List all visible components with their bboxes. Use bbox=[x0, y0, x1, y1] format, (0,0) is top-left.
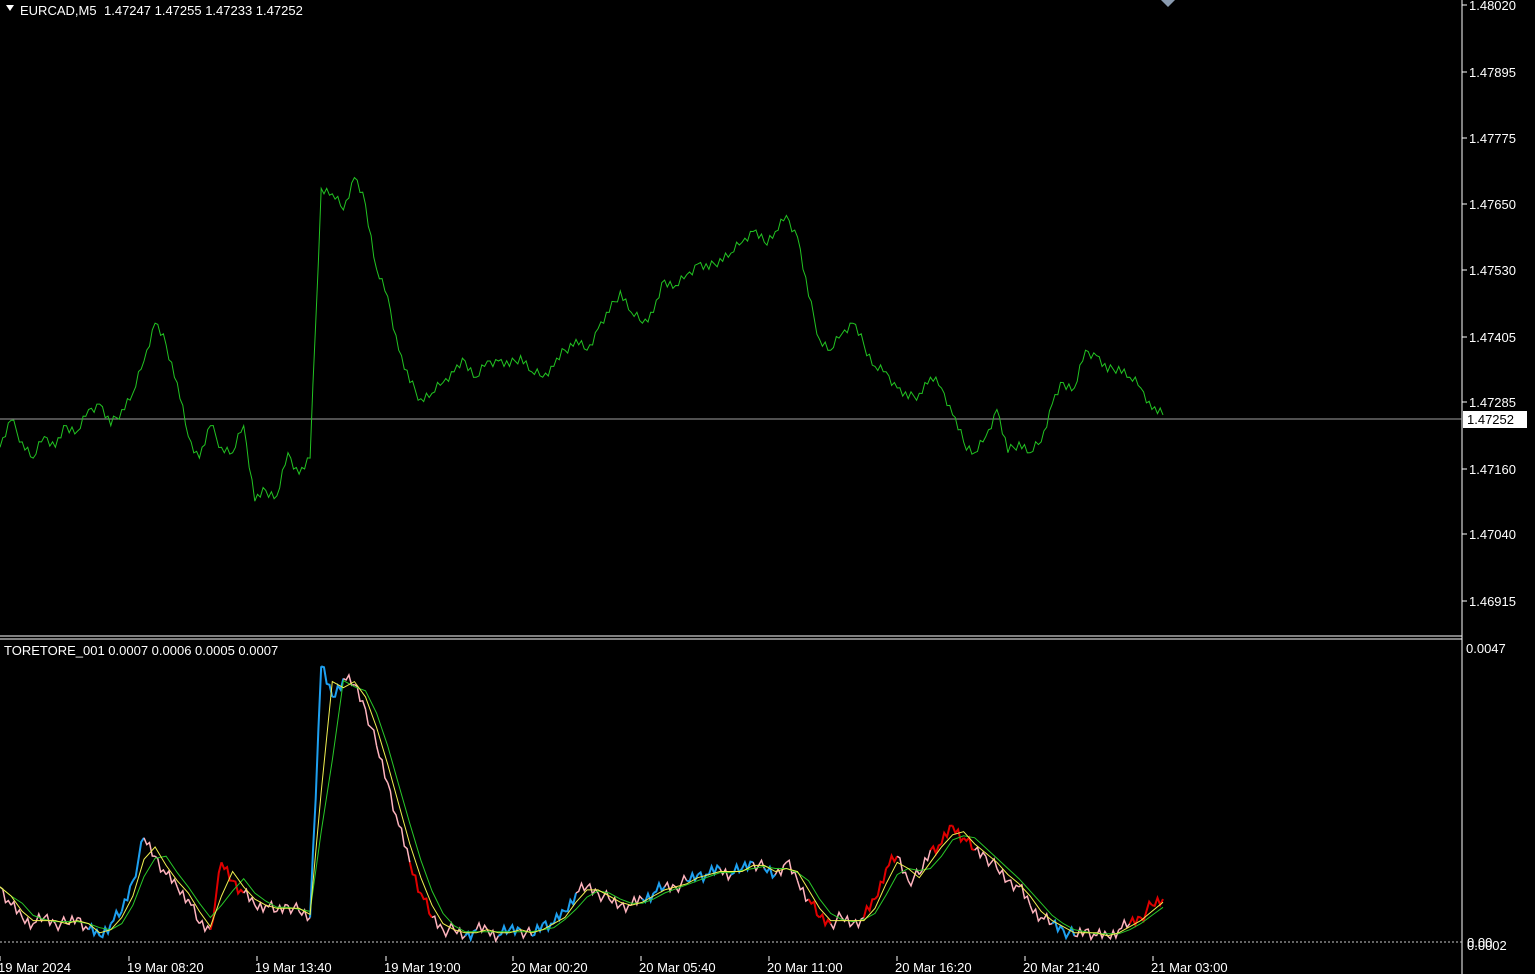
price-tick-label: 1.48020 bbox=[1469, 0, 1516, 13]
indicator-segment bbox=[398, 825, 411, 863]
indicator-segment bbox=[132, 837, 145, 882]
indicator-segment bbox=[807, 898, 821, 919]
indicator-segment bbox=[320, 665, 334, 698]
indicator-segment bbox=[896, 855, 909, 881]
indicator-segment bbox=[818, 912, 832, 928]
indicator-fast-ma-line bbox=[0, 680, 1164, 937]
indicator-segment bbox=[996, 868, 1009, 884]
time-tick-label: 20 Mar 00:20 bbox=[511, 960, 588, 974]
time-tick-label: 19 Mar 08:20 bbox=[127, 960, 204, 974]
indicator-segment bbox=[77, 916, 90, 932]
indicator-tick-top: 0.0047 bbox=[1466, 641, 1506, 656]
ohlc-label: 1.47247 1.47255 1.47233 1.47252 bbox=[104, 3, 303, 18]
indicator-segment bbox=[1140, 899, 1153, 924]
indicator-segment bbox=[1151, 894, 1164, 908]
current-price-label: 1.47252 bbox=[1467, 412, 1514, 427]
indicator-segment bbox=[309, 666, 323, 918]
indicator-segment bbox=[730, 861, 743, 876]
time-tick-label: 20 Mar 16:20 bbox=[895, 960, 972, 974]
indicator-segment bbox=[464, 928, 477, 943]
price-tick-label: 1.47160 bbox=[1469, 462, 1516, 477]
indicator-label: TORETORE_001 0.0007 0.0006 0.0005 0.0007 bbox=[4, 643, 278, 658]
indicator-segment bbox=[564, 892, 577, 913]
indicator-segment bbox=[386, 782, 400, 826]
indicator-segment bbox=[232, 879, 245, 896]
price-tick-label: 1.47530 bbox=[1469, 263, 1516, 278]
price-tick-label: 1.47405 bbox=[1469, 330, 1516, 345]
indicator-segment bbox=[154, 855, 167, 875]
time-tick-label: 19 Mar 2024 bbox=[0, 960, 71, 974]
indicator-segment bbox=[552, 908, 566, 924]
indicator-segment bbox=[87, 922, 101, 938]
indicator-segment bbox=[375, 745, 389, 784]
indicator-segment bbox=[918, 849, 932, 876]
price-scale: 1.48020 1.47895 1.47775 1.47650 1.47530 1.474… bbox=[1462, 0, 1516, 609]
indicator-segment bbox=[220, 861, 233, 882]
time-axis: 19 Mar 2024 19 Mar 08:20 19 Mar 13:40 19 Ma… bbox=[0, 956, 1228, 974]
time-tick-label: 20 Mar 11:00 bbox=[767, 960, 843, 974]
indicator-segment bbox=[0, 886, 12, 906]
price-tick-label: 1.47285 bbox=[1469, 395, 1516, 410]
indicator-segment bbox=[1007, 879, 1020, 893]
indicator-segment bbox=[653, 880, 666, 894]
price-tick-label: 1.47895 bbox=[1469, 65, 1516, 80]
price-tick-label: 1.47040 bbox=[1469, 527, 1516, 542]
indicator-segment bbox=[497, 923, 511, 937]
indicator-segment bbox=[1085, 928, 1097, 942]
main-price-panel[interactable]: EURCAD,M5 1.47247 1.47255 1.47233 1.4725… bbox=[0, 0, 1527, 974]
time-tick-label: 20 Mar 21:40 bbox=[1023, 960, 1100, 974]
time-tick-label: 21 Mar 03:00 bbox=[1151, 960, 1228, 974]
indicator-segment bbox=[176, 886, 189, 905]
indicator-segment bbox=[1018, 883, 1031, 906]
indicator-segment bbox=[852, 916, 865, 930]
indicator-segment bbox=[408, 862, 422, 894]
indicator-segment bbox=[209, 862, 223, 930]
symbol-label: EURCAD,M5 bbox=[20, 3, 97, 18]
price-tick-label: 1.47650 bbox=[1469, 197, 1516, 212]
price-tick-label: 1.46915 bbox=[1469, 594, 1516, 609]
indicator-segment bbox=[431, 915, 444, 931]
indicator-segment bbox=[419, 892, 433, 919]
indicator-segment bbox=[586, 882, 599, 897]
indicator-segment bbox=[907, 867, 920, 888]
indicator-segment bbox=[198, 919, 212, 934]
time-tick-label: 19 Mar 13:40 bbox=[255, 960, 332, 974]
indicator-main-line bbox=[0, 665, 1164, 943]
trading-chart[interactable]: EURCAD,M5 1.47247 1.47255 1.47233 1.4725… bbox=[0, 0, 1535, 974]
indicator-tick-zero: 0.00 bbox=[1467, 935, 1492, 950]
indicator-segment bbox=[364, 708, 378, 747]
indicator-segment bbox=[962, 835, 976, 852]
indicator-segment bbox=[110, 908, 123, 925]
time-tick-label: 19 Mar 19:00 bbox=[384, 960, 461, 974]
indicator-segment bbox=[719, 867, 732, 882]
price-tick-label: 1.47775 bbox=[1469, 131, 1516, 146]
main-panel-bg bbox=[0, 0, 1462, 636]
indicator-segment bbox=[874, 868, 888, 900]
indicator-segment bbox=[1029, 904, 1042, 923]
indicator-panel[interactable]: TORETORE_001 0.0007 0.0006 0.0005 0.0007… bbox=[0, 641, 1507, 953]
indicator-segment bbox=[796, 880, 810, 903]
indicator-segment bbox=[1118, 917, 1131, 931]
time-tick-label: 20 Mar 05:40 bbox=[639, 960, 716, 974]
